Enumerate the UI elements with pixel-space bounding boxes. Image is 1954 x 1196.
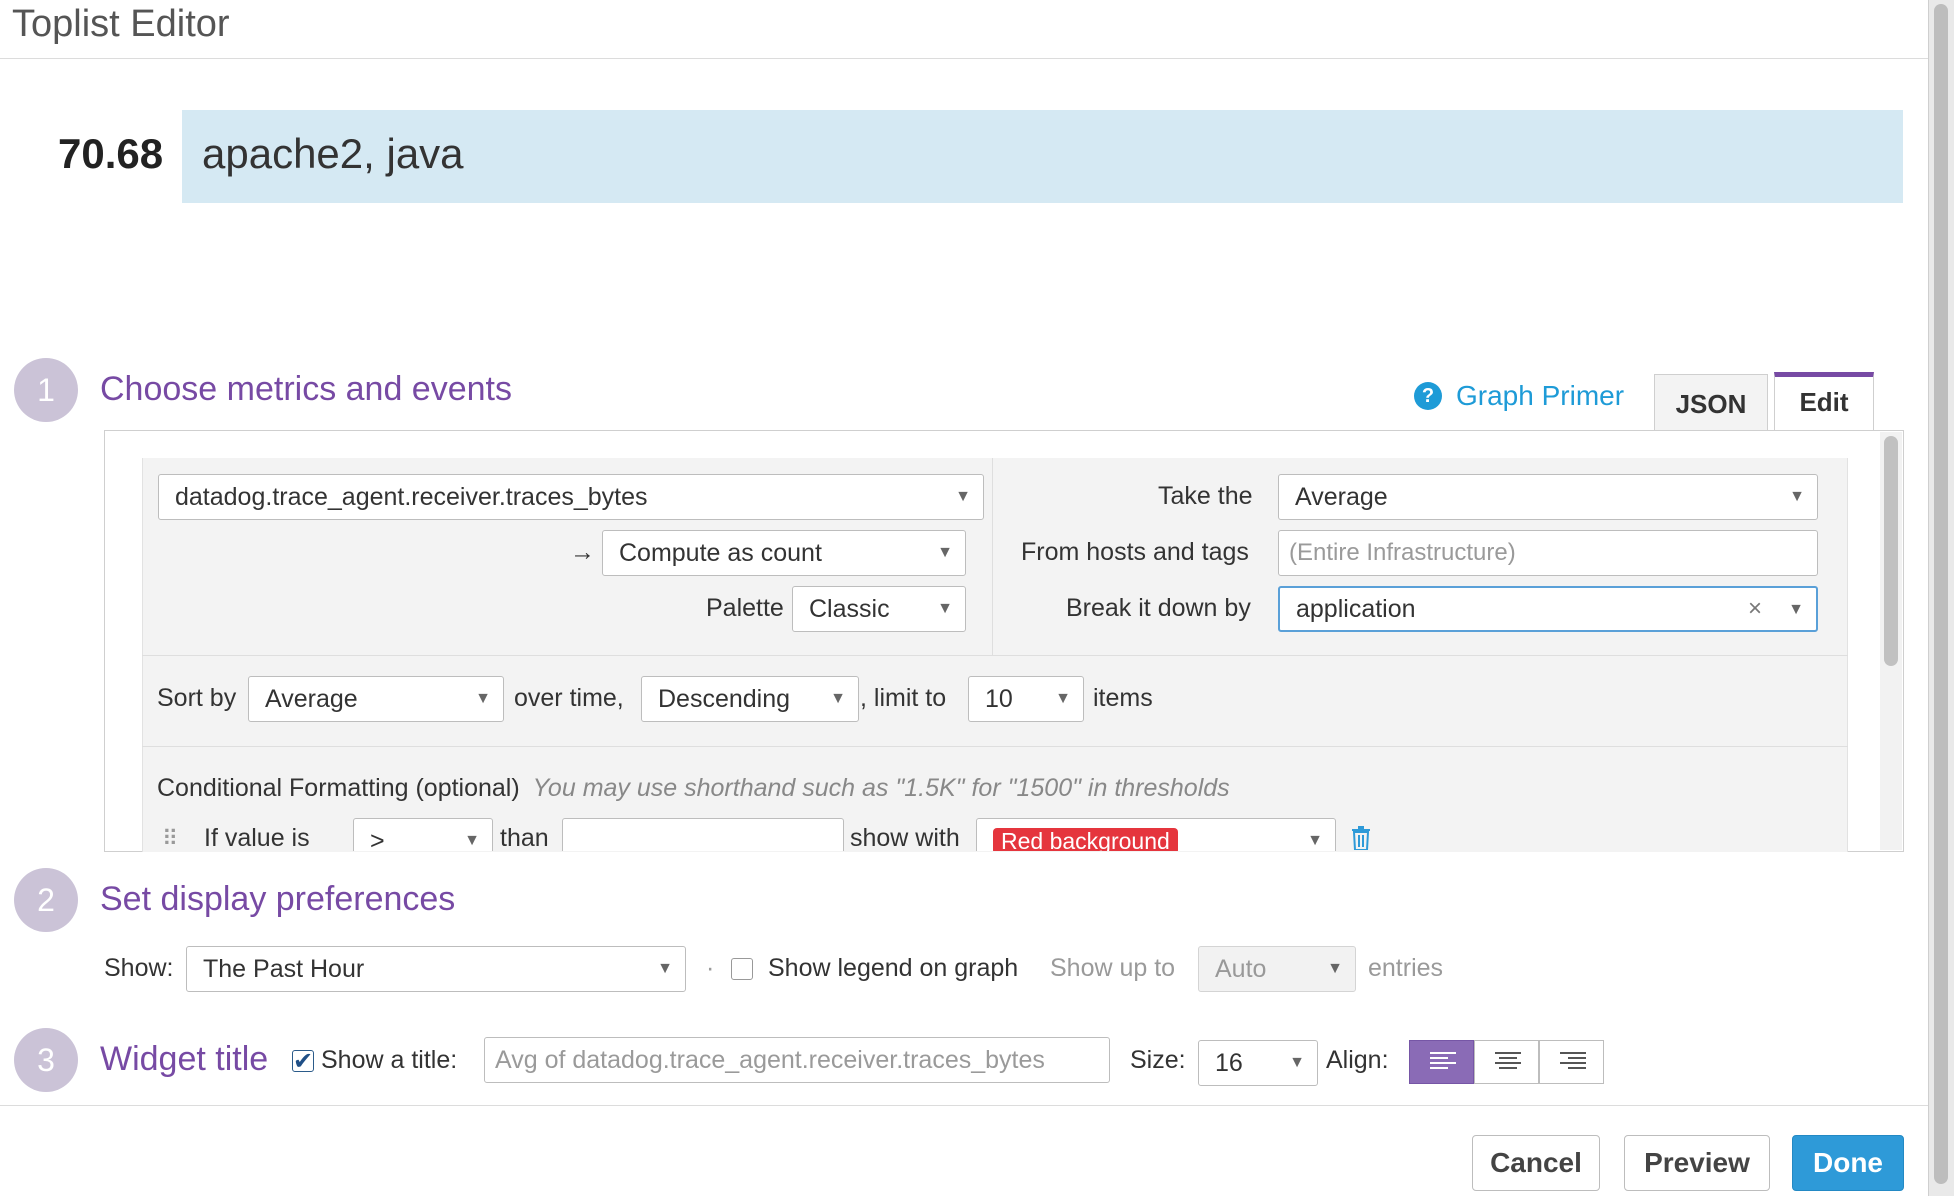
format-badge: Red background	[993, 828, 1178, 851]
over-time-label: over time,	[514, 684, 624, 712]
show-title-label: Show a title:	[321, 1046, 458, 1074]
align-right-icon	[1560, 1052, 1586, 1072]
metric-column-divider	[992, 458, 993, 655]
widget-title-input[interactable]: Avg of datadog.trace_agent.receiver.trac…	[484, 1037, 1110, 1083]
aggregation-select[interactable]: Average ▼	[1278, 474, 1818, 520]
chevron-down-icon: ▼	[955, 488, 971, 505]
align-center-button[interactable]	[1474, 1040, 1539, 1084]
modal-title: Toplist Editor	[12, 3, 230, 45]
step-2-number: 2	[14, 868, 78, 932]
chevron-down-icon: ▼	[937, 600, 953, 617]
chevron-down-icon: ▼	[830, 690, 846, 707]
legend-label: Show legend on graph	[768, 954, 1019, 982]
chevron-down-icon: ▼	[657, 960, 673, 977]
limit-label: , limit to	[860, 684, 947, 712]
chevron-down-icon: ▼	[1289, 1054, 1305, 1071]
preview-value: 70.68	[58, 130, 164, 177]
step-3-title: Widget title	[100, 1040, 269, 1078]
clear-icon[interactable]: ×	[1748, 588, 1762, 630]
sort-by-label: Sort by	[157, 684, 237, 712]
comparator-select[interactable]: > ▼	[353, 818, 493, 851]
conditional-formatting-header: Conditional Formatting (optional) You ma…	[157, 774, 1230, 803]
separator-dot: ·	[706, 954, 715, 982]
preview-button[interactable]: Preview	[1624, 1135, 1770, 1191]
hosts-tags-input[interactable]: (Entire Infrastructure)	[1278, 530, 1818, 576]
hosts-label: From hosts and tags	[1021, 538, 1249, 566]
sort-order-select[interactable]: Descending ▼	[641, 676, 859, 722]
show-title-checkbox[interactable]: ✔	[292, 1048, 314, 1075]
conditional-row-divider	[142, 746, 1848, 747]
show-with-label: show with	[850, 824, 960, 851]
page-scrollbar-thumb[interactable]	[1934, 4, 1948, 1184]
sort-row-divider	[142, 655, 1848, 656]
show-up-to-select[interactable]: Auto ▼	[1198, 946, 1356, 992]
drag-handle-icon[interactable]: ⠿	[162, 826, 178, 851]
chevron-down-icon: ▼	[464, 832, 480, 849]
arrow-icon: →	[570, 538, 595, 566]
cancel-button[interactable]: Cancel	[1472, 1135, 1600, 1191]
format-select[interactable]: Red background ▼	[976, 818, 1336, 851]
threshold-input[interactable]	[562, 818, 844, 851]
palette-label: Palette	[706, 594, 784, 622]
metric-select[interactable]: datadog.trace_agent.receiver.traces_byte…	[158, 474, 984, 520]
conditional-rule-row: ⠿ If value is > ▼ than show with Red back…	[104, 812, 1880, 851]
items-label: items	[1093, 684, 1153, 712]
take-the-label: Take the	[1158, 482, 1253, 510]
chevron-down-icon: ▼	[1307, 832, 1323, 849]
legend-checkbox[interactable]	[731, 958, 753, 980]
graph-primer-link[interactable]: Graph Primer	[1456, 380, 1624, 412]
preview-label: apache2, java	[202, 130, 464, 177]
editor-scrollbar-thumb[interactable]	[1884, 436, 1898, 666]
compute-as-select[interactable]: Compute as count ▼	[602, 530, 966, 576]
conditional-formatting-note: You may use shorthand such as "1.5K" for…	[532, 774, 1230, 802]
chevron-down-icon: ▼	[1055, 690, 1071, 707]
align-left-icon	[1430, 1052, 1456, 1072]
chevron-down-icon: ▼	[475, 690, 491, 707]
show-up-to-label: Show up to	[1050, 954, 1176, 982]
step-3-number: 3	[14, 1028, 78, 1092]
trash-icon[interactable]	[1350, 826, 1372, 850]
align-label: Align:	[1326, 1046, 1389, 1074]
chevron-down-icon: ▼	[1327, 960, 1343, 977]
tab-edit[interactable]: Edit	[1774, 372, 1874, 430]
breakdown-select[interactable]: application × ▼	[1278, 586, 1818, 632]
entries-label: entries	[1368, 954, 1444, 982]
if-value-label: If value is	[204, 824, 310, 851]
title-divider	[0, 58, 1928, 59]
done-button[interactable]: Done	[1792, 1135, 1904, 1191]
step-1-number: 1	[14, 358, 78, 422]
align-center-icon	[1495, 1052, 1521, 1072]
chevron-down-icon: ▼	[937, 544, 953, 561]
tab-json[interactable]: JSON	[1654, 374, 1768, 431]
palette-select[interactable]: Classic ▼	[792, 586, 966, 632]
align-right-button[interactable]	[1539, 1040, 1604, 1084]
chevron-down-icon: ▼	[1789, 488, 1805, 505]
breakdown-label: Break it down by	[1066, 594, 1251, 622]
timeframe-select[interactable]: The Past Hour ▼	[186, 946, 686, 992]
question-circle-icon[interactable]: ?	[1414, 382, 1442, 410]
step-2-title: Set display preferences	[100, 880, 456, 918]
chevron-down-icon: ▼	[1788, 601, 1804, 618]
size-label: Size:	[1130, 1046, 1186, 1074]
footer-divider	[0, 1105, 1928, 1106]
align-left-button[interactable]	[1409, 1040, 1474, 1084]
show-label: Show:	[104, 954, 174, 982]
limit-select[interactable]: 10 ▼	[968, 676, 1084, 722]
conditional-formatting-title: Conditional Formatting (optional)	[157, 774, 520, 802]
than-label: than	[500, 824, 549, 851]
size-select[interactable]: 16 ▼	[1198, 1040, 1318, 1086]
step-1-title: Choose metrics and events	[100, 370, 512, 408]
sort-by-select[interactable]: Average ▼	[248, 676, 504, 722]
checkmark-icon: ✔	[293, 1048, 314, 1075]
